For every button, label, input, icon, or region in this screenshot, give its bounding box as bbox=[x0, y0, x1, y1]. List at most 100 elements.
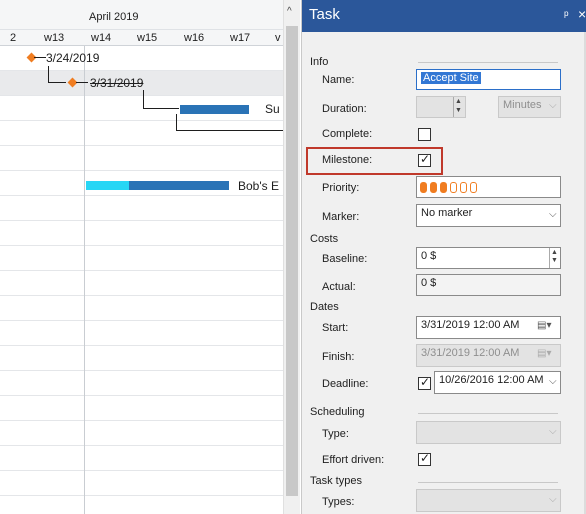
milestone-date-label: 3/31/2019 bbox=[90, 76, 144, 90]
chevron-down-icon: ⌵ bbox=[549, 426, 557, 437]
scroll-up-icon[interactable]: ^ bbox=[287, 6, 292, 17]
dependency-line bbox=[143, 108, 179, 109]
week-label: 2 bbox=[10, 32, 17, 44]
section-task-types: Task types bbox=[310, 475, 362, 487]
checkmark-icon: ✓ bbox=[420, 375, 431, 389]
complete-checkbox[interactable] bbox=[418, 128, 431, 141]
dependency-line bbox=[176, 114, 177, 130]
gantt-row[interactable] bbox=[0, 196, 283, 221]
chevron-down-icon: ⌵ bbox=[549, 209, 557, 220]
close-icon[interactable]: × bbox=[578, 6, 586, 22]
duration-input[interactable]: ▲ ▼ bbox=[416, 96, 466, 118]
finish-date-picker[interactable]: 3/31/2019 12:00 AM ▤▾ bbox=[416, 344, 561, 367]
task-bar[interactable] bbox=[180, 105, 249, 114]
section-costs: Costs bbox=[310, 233, 339, 245]
gantt-row[interactable] bbox=[0, 346, 283, 371]
baseline-spinner[interactable]: ▲ ▼ bbox=[549, 248, 560, 268]
gantt-row[interactable] bbox=[0, 146, 283, 171]
deadline-value: 10/26/2016 12:00 AM bbox=[439, 374, 544, 386]
section-divider bbox=[418, 62, 558, 63]
month-label: April 2019 bbox=[89, 11, 139, 23]
spin-down-icon[interactable]: ▼ bbox=[551, 257, 558, 264]
connector-line bbox=[76, 82, 88, 83]
priority-dot[interactable] bbox=[450, 182, 457, 193]
duration-label: Duration: bbox=[322, 103, 367, 115]
section-scheduling: Scheduling bbox=[310, 406, 365, 418]
gantt-row[interactable] bbox=[0, 421, 283, 446]
timeline-header: April 2019 2 w13 w14 w15 w16 w17 v bbox=[0, 0, 283, 46]
types-label: Types: bbox=[322, 496, 355, 508]
marker-value: No marker bbox=[421, 207, 473, 219]
pane-title: Task bbox=[309, 6, 340, 23]
gantt-row[interactable] bbox=[0, 446, 283, 471]
name-label: Name: bbox=[322, 74, 355, 86]
task-bar[interactable] bbox=[129, 181, 229, 190]
calendar-icon[interactable]: ▤▾ bbox=[537, 348, 551, 359]
gantt-row[interactable] bbox=[0, 121, 283, 146]
name-input[interactable]: Accept Site bbox=[416, 69, 561, 90]
deadline-checkbox[interactable]: ✓ bbox=[418, 375, 431, 390]
priority-dot[interactable] bbox=[420, 182, 427, 193]
dependency-line bbox=[143, 90, 144, 108]
section-dates: Dates bbox=[310, 301, 339, 313]
priority-dot[interactable] bbox=[440, 182, 447, 193]
gantt-row[interactable] bbox=[0, 46, 283, 71]
gantt-row[interactable] bbox=[0, 471, 283, 496]
pane-body: Info Name: Accept Site Duration: ▲ ▼ Min… bbox=[302, 32, 586, 514]
duration-unit-select[interactable]: Minutes ⌵ bbox=[498, 96, 561, 118]
week-label: w17 bbox=[230, 32, 251, 44]
type-select[interactable]: ⌵ bbox=[416, 421, 561, 444]
gantt-chart[interactable]: April 2019 2 w13 w14 w15 w16 w17 v 3/24/… bbox=[0, 0, 283, 514]
spin-up-icon[interactable]: ▲ bbox=[455, 98, 462, 105]
start-date-picker[interactable]: 3/31/2019 12:00 AM ▤▾ bbox=[416, 316, 561, 339]
task-bar-label: Su bbox=[265, 102, 280, 116]
effort-driven-checkbox[interactable]: ✓ bbox=[418, 451, 431, 466]
priority-dot[interactable] bbox=[430, 182, 437, 193]
actual-input[interactable]: 0 $ bbox=[416, 274, 561, 296]
duration-spinner[interactable]: ▲ ▼ bbox=[453, 97, 464, 117]
gantt-row[interactable] bbox=[0, 246, 283, 271]
priority-dot[interactable] bbox=[470, 182, 477, 193]
gantt-row[interactable] bbox=[0, 321, 283, 346]
calendar-icon[interactable]: ▤▾ bbox=[537, 320, 551, 331]
chevron-down-icon[interactable]: ⌵ bbox=[549, 376, 557, 387]
gantt-scrollbar[interactable]: ^ bbox=[283, 0, 300, 514]
priority-dot[interactable] bbox=[460, 182, 467, 193]
spin-up-icon[interactable]: ▲ bbox=[551, 249, 558, 256]
dependency-line bbox=[48, 66, 49, 82]
start-value: 3/31/2019 12:00 AM bbox=[421, 319, 520, 331]
week-label: v bbox=[275, 32, 281, 44]
week-label: w16 bbox=[184, 32, 205, 44]
baseline-label: Baseline: bbox=[322, 253, 368, 265]
priority-rating[interactable] bbox=[416, 176, 561, 198]
task-pane: Task ᵖ × Info Name: Accept Site Duration… bbox=[301, 0, 586, 514]
milestone-checkbox[interactable]: ✓ bbox=[418, 152, 431, 167]
spin-down-icon[interactable]: ▼ bbox=[455, 107, 462, 114]
week-gridline bbox=[84, 46, 85, 514]
gantt-row[interactable] bbox=[0, 496, 283, 514]
gantt-row[interactable] bbox=[0, 396, 283, 421]
chevron-down-icon: ⌵ bbox=[549, 494, 557, 505]
gantt-row[interactable] bbox=[0, 371, 283, 396]
deadline-date-picker[interactable]: 10/26/2016 12:00 AM ⌵ bbox=[434, 371, 561, 394]
complete-label: Complete: bbox=[322, 128, 373, 140]
scrollbar-thumb[interactable] bbox=[286, 26, 298, 496]
section-divider bbox=[418, 482, 558, 483]
start-label: Start: bbox=[322, 322, 349, 334]
baseline-input[interactable]: 0 $ ▲ ▼ bbox=[416, 247, 561, 269]
effort-driven-label: Effort driven: bbox=[322, 454, 385, 466]
gantt-row[interactable] bbox=[0, 221, 283, 246]
types-select[interactable]: ⌵ bbox=[416, 489, 561, 512]
pin-icon[interactable]: ᵖ bbox=[564, 8, 569, 22]
gantt-row[interactable] bbox=[0, 296, 283, 321]
marker-select[interactable]: No marker ⌵ bbox=[416, 204, 561, 227]
task-progress-bar[interactable] bbox=[86, 181, 129, 190]
section-divider bbox=[418, 413, 558, 414]
week-label: w15 bbox=[137, 32, 158, 44]
checkmark-icon: ✓ bbox=[420, 152, 431, 166]
gantt-row[interactable] bbox=[0, 271, 283, 296]
actual-value: 0 $ bbox=[421, 277, 437, 289]
marker-label: Marker: bbox=[322, 211, 360, 223]
week-label: w13 bbox=[44, 32, 65, 44]
deadline-label: Deadline: bbox=[322, 378, 369, 390]
